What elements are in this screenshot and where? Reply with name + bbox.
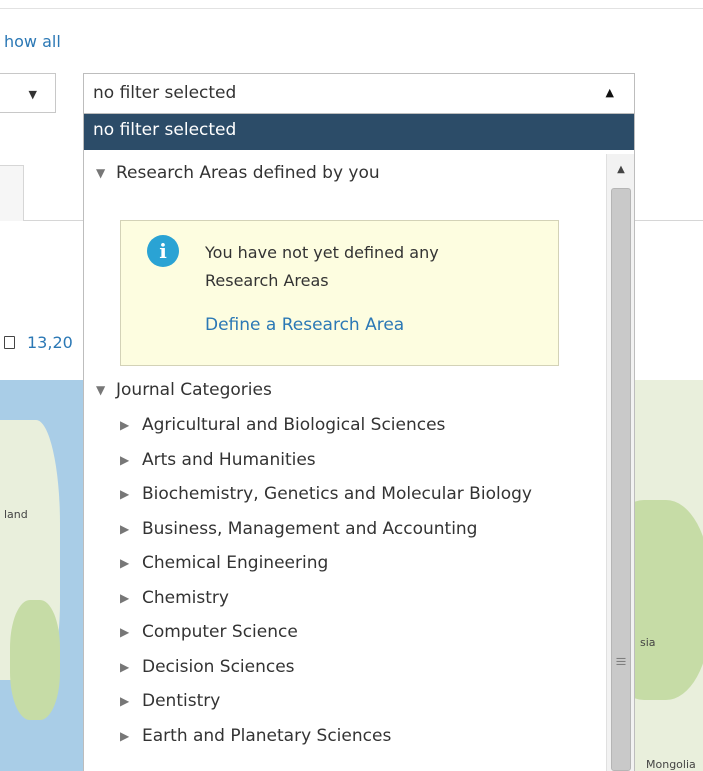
category-label: Arts and Humanities [142, 449, 316, 470]
filter-dropdown-panel: no filter selected ▼ Research Areas defi… [83, 114, 635, 771]
category-item[interactable]: ▶ Chemical Engineering [84, 546, 608, 581]
tab[interactable] [0, 165, 24, 221]
info-icon: i [147, 235, 179, 267]
dropdown-list: ▼ Research Areas defined by you i You ha… [84, 154, 608, 771]
journal-categories-group[interactable]: ▼ Journal Categories [84, 373, 272, 407]
triangle-right-icon: ▶ [120, 521, 130, 536]
document-count-value: 13,20 [27, 333, 73, 352]
document-count[interactable]: 13,20 [4, 333, 73, 352]
document-icon [4, 336, 15, 349]
triangle-right-icon: ▶ [120, 418, 130, 433]
show-all-link[interactable]: how all [4, 32, 61, 51]
map-forest [10, 600, 60, 720]
category-item[interactable]: ▶ Computer Science [84, 615, 608, 650]
category-label: Computer Science [142, 622, 298, 643]
top-divider [0, 8, 703, 9]
triangle-down-icon: ▼ [96, 166, 106, 180]
category-label: Chemistry [142, 587, 229, 608]
category-list: ▶ Agricultural and Biological Sciences ▶ A… [84, 408, 608, 753]
category-label: Chemical Engineering [142, 553, 329, 574]
category-label: Biochemistry, Genetics and Molecular Bio… [142, 484, 532, 505]
category-item[interactable]: ▶ Chemistry [84, 581, 608, 616]
category-label: Business, Management and Accounting [142, 518, 478, 539]
category-label: Earth and Planetary Sciences [142, 725, 392, 746]
category-item[interactable]: ▶ Earth and Planetary Sciences [84, 719, 608, 754]
triangle-right-icon: ▶ [120, 694, 130, 709]
category-item[interactable]: ▶ Agricultural and Biological Sciences [84, 408, 608, 443]
chevron-down-icon: ▼ [28, 88, 37, 101]
category-item[interactable]: ▶ Dentistry [84, 684, 608, 719]
triangle-right-icon: ▶ [120, 556, 130, 571]
triangle-right-icon: ▶ [120, 487, 130, 502]
define-research-area-link[interactable]: Define a Research Area [205, 315, 404, 335]
scroll-up-icon[interactable]: ▲ [607, 154, 634, 186]
info-message: You have not yet defined any Research Ar… [205, 243, 439, 290]
left-dropdown[interactable]: ▼ [0, 73, 56, 113]
tab-divider [634, 220, 703, 221]
map-label: land [4, 508, 28, 521]
category-label: Agricultural and Biological Sciences [142, 415, 446, 436]
scrollbar-thumb[interactable]: — — — [611, 188, 631, 771]
journal-categories-heading: Journal Categories [116, 380, 272, 400]
grip-icon: — — — [616, 653, 626, 670]
filter-select[interactable]: no filter selected ▲ [83, 73, 635, 114]
selected-option[interactable]: no filter selected [84, 114, 634, 150]
filter-select-value: no filter selected [93, 83, 237, 103]
category-item[interactable]: ▶ Biochemistry, Genetics and Molecular Bi… [84, 477, 608, 512]
triangle-right-icon: ▶ [120, 452, 130, 467]
info-box: i You have not yet defined any Research … [120, 220, 559, 366]
map-label: Mongolia [646, 758, 696, 771]
research-areas-heading: Research Areas defined by you [116, 163, 380, 183]
category-item[interactable]: ▶ Arts and Humanities [84, 443, 608, 478]
map-label: sia [640, 636, 656, 649]
category-label: Decision Sciences [142, 656, 295, 677]
triangle-down-icon: ▼ [96, 383, 106, 397]
scrollbar[interactable]: ▲ — — — [606, 154, 634, 771]
triangle-right-icon: ▶ [120, 659, 130, 674]
category-item[interactable]: ▶ Business, Management and Accounting [84, 512, 608, 547]
research-areas-group[interactable]: ▼ Research Areas defined by you [84, 156, 380, 190]
triangle-right-icon: ▶ [120, 625, 130, 640]
category-item[interactable]: ▶ Decision Sciences [84, 650, 608, 685]
tab-strip [0, 165, 84, 221]
triangle-right-icon: ▶ [120, 590, 130, 605]
category-label: Dentistry [142, 691, 221, 712]
triangle-right-icon: ▶ [120, 728, 130, 743]
chevron-up-icon: ▲ [605, 86, 614, 99]
